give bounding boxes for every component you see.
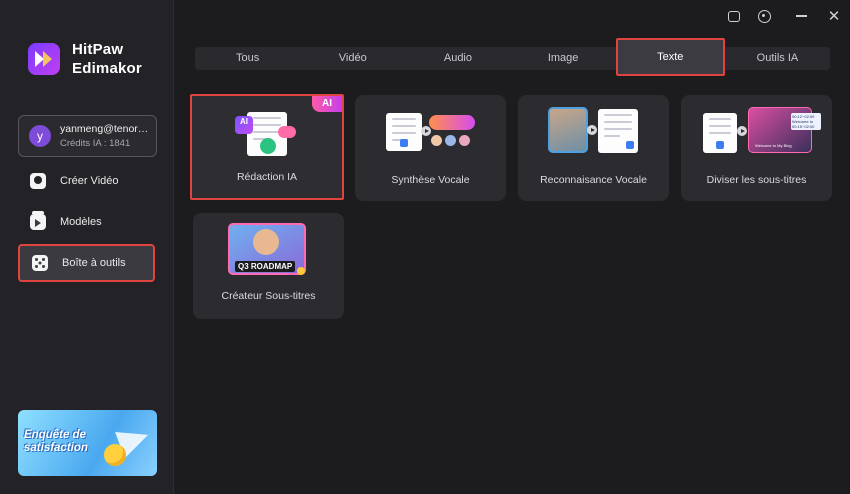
subtitle-caption: Welcome to My Blog [755, 143, 792, 148]
templates-icon [30, 211, 46, 230]
speaker-photo [548, 107, 588, 153]
tab-video[interactable]: Vidéo [300, 47, 405, 70]
tool-label: Diviser les sous-titres [706, 174, 807, 186]
sidebar-item-create-video[interactable]: Créer Vidéo [18, 162, 155, 200]
smiley-emoji-icon [104, 444, 126, 466]
settings-button[interactable] [756, 8, 772, 24]
category-tabs: Tous Vidéo Audio Image Texte Outils IA [195, 38, 830, 76]
tool-card-ai-writing[interactable]: AI AI Rédaction IA [190, 94, 344, 200]
tool-label: Synthèse Vocale [391, 174, 470, 186]
tab-image[interactable]: Image [511, 47, 616, 70]
tab-all[interactable]: Tous [195, 47, 300, 70]
roadmap-caption: Q3 ROADMAP [235, 261, 296, 272]
sidebar-item-templates[interactable]: Modèles [18, 203, 155, 241]
settings-icon [757, 9, 771, 23]
app-name: HitPaw Edimakor [72, 41, 142, 77]
app-logo: HitPaw Edimakor [28, 40, 142, 78]
ai-badge: AI [312, 96, 342, 112]
subtitle-list: 00:12~02:00 Welcome to 00:15~02:00 [791, 113, 821, 130]
chat-bubble-icon [278, 126, 296, 138]
tool-card-text-to-speech[interactable]: Synthèse Vocale [355, 95, 506, 201]
tool-label: Créateur Sous-titres [221, 290, 316, 302]
video-icon [30, 173, 46, 189]
sparkle-icon [260, 138, 276, 154]
edimakor-logo-icon [28, 43, 60, 75]
avatar: y [29, 125, 51, 147]
tab-audio[interactable]: Audio [405, 47, 510, 70]
tab-ai-tools[interactable]: Outils IA [725, 47, 830, 70]
tool-card-subtitle-creator[interactable]: Q3 ROADMAP Créateur Sous-titres [193, 213, 344, 319]
close-button[interactable]: ✕ [826, 8, 842, 25]
toolbox-icon [32, 255, 48, 271]
minimize-icon [795, 15, 807, 17]
feedback-icon [728, 10, 740, 22]
arrow-icon [587, 125, 597, 135]
account-email: yanmeng@tenorshare.cn [60, 123, 152, 135]
ai-credits: Crédits IA : 1841 [60, 138, 131, 149]
tool-card-speech-recognition[interactable]: Reconnaisance Vocale [518, 95, 669, 201]
minimize-button[interactable] [793, 8, 809, 24]
feedback-button[interactable] [726, 8, 742, 24]
person-icon [253, 229, 279, 255]
tool-card-split-subtitles[interactable]: 00:12~02:00 Welcome to 00:15~02:00 Welco… [681, 95, 832, 201]
ai-doc-badge: AI [235, 116, 253, 134]
arrow-icon [421, 126, 431, 136]
tool-label: Rédaction IA [236, 171, 298, 183]
sidebar-item-label: Modèles [60, 216, 102, 228]
audio-wave-pill [429, 115, 475, 130]
arrow-icon [737, 126, 747, 136]
tab-text[interactable]: Texte [615, 38, 725, 76]
sidebar: HitPaw Edimakor y yanmeng@tenorshare.cn … [0, 0, 174, 494]
promo-text: Enquête de satisfaction [24, 429, 88, 454]
tool-label: Reconnaisance Vocale [540, 174, 647, 186]
sidebar-item-label: Créer Vidéo [60, 175, 119, 187]
sparkle-icon [297, 267, 305, 275]
close-icon: ✕ [827, 8, 841, 25]
satisfaction-survey-banner[interactable]: Enquête de satisfaction [18, 410, 157, 476]
sidebar-item-toolbox[interactable]: Boîte à outils [18, 244, 155, 282]
sidebar-item-label: Boîte à outils [62, 257, 126, 269]
account-card[interactable]: y yanmeng@tenorshare.cn Crédits IA : 184… [18, 115, 157, 157]
